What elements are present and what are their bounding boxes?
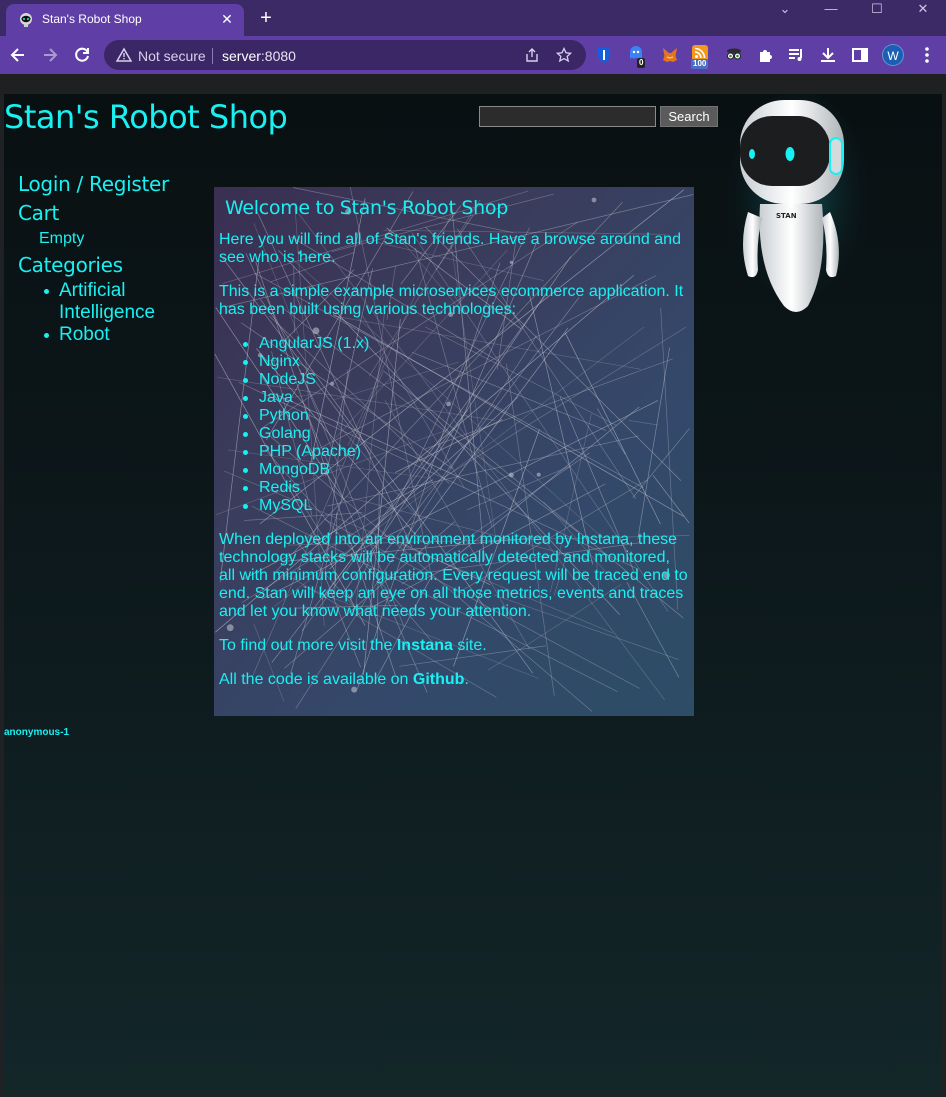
github-paragraph: All the code is available on Github. — [219, 671, 689, 689]
cart-status: Empty — [39, 230, 85, 247]
spy-extension-icon[interactable] — [724, 45, 744, 65]
bookmark-star-icon[interactable] — [556, 47, 572, 63]
share-icon[interactable] — [524, 47, 540, 63]
welcome-heading: Welcome to Stan's Robot Shop — [225, 197, 508, 219]
site-title[interactable]: Stan's Robot Shop — [4, 98, 288, 136]
category-artificial-intelligence[interactable]: Artificial Intelligence — [44, 280, 208, 324]
tab-search-icon[interactable]: ⌄ — [762, 0, 808, 30]
page-viewport: Stan's Robot Shop Search STAN Login / Re… — [4, 94, 942, 1094]
bitwarden-shield-icon[interactable] — [594, 45, 614, 65]
login-register-link[interactable]: Login / Register — [18, 170, 208, 199]
url-text[interactable]: server:8080 — [222, 48, 296, 64]
new-tab-button[interactable]: + — [256, 8, 276, 28]
close-window-icon[interactable]: ✕ — [900, 0, 946, 30]
category-list: Artificial Intelligence Robot — [44, 280, 208, 346]
cart-link[interactable]: Cart — [18, 199, 208, 228]
tech-item: Java — [241, 389, 689, 407]
url-host: server — [222, 48, 261, 64]
tech-item: NodeJS — [241, 371, 689, 389]
welcome-content: Welcome to Stan's Robot Shop Here you wi… — [219, 197, 689, 705]
github-prefix: All the code is available on — [219, 671, 413, 688]
category-robot[interactable]: Robot — [44, 324, 208, 346]
tab-title: Stan's Robot Shop — [42, 12, 142, 26]
tech-item: Nginx — [241, 353, 689, 371]
side-panel-icon[interactable] — [850, 45, 870, 65]
categories-heading: Categories — [18, 253, 123, 277]
tech-item: PHP (Apache) — [241, 443, 689, 461]
stan-robot-mascot: STAN — [726, 94, 870, 316]
address-bar[interactable]: Not secure server:8080 — [104, 40, 586, 70]
tech-item: Golang — [241, 425, 689, 443]
media-queue-icon[interactable] — [786, 45, 806, 65]
robot-favicon-icon — [20, 13, 32, 27]
github-suffix: . — [464, 671, 469, 688]
minimize-icon[interactable]: — — [808, 0, 854, 30]
browser-titlebar: Stan's Robot Shop ✕ + ⌄ — ☐ ✕ — [0, 0, 946, 36]
reload-icon[interactable] — [72, 45, 92, 65]
browser-toolbar: Not secure server:8080 0 100 W — [0, 36, 946, 74]
extensions-puzzle-icon[interactable] — [756, 45, 776, 65]
warning-icon[interactable] — [116, 47, 132, 63]
tab-close-icon[interactable]: ✕ — [218, 10, 236, 28]
address-separator — [212, 48, 213, 64]
instana-suffix: site. — [452, 637, 487, 654]
metamask-fox-icon[interactable] — [660, 45, 680, 65]
robot-chest-logo: STAN — [776, 212, 797, 220]
about-paragraph: This is a simple example microservices e… — [219, 283, 684, 318]
profile-avatar[interactable]: W — [882, 44, 904, 66]
download-icon[interactable] — [818, 45, 838, 65]
intro-paragraph: Here you will find all of Stan's friends… — [219, 231, 681, 266]
url-port: :8080 — [260, 48, 296, 64]
notification-extension[interactable]: 0 — [626, 44, 648, 70]
instana-prefix: To find out more visit the — [219, 637, 397, 654]
forward-icon[interactable] — [40, 45, 60, 65]
github-link[interactable]: Github — [413, 671, 465, 688]
welcome-panel: Welcome to Stan's Robot Shop Here you wi… — [214, 187, 694, 716]
tech-item: MongoDB — [241, 461, 689, 479]
sidebar: Login / Register Cart Empty Categories A… — [18, 170, 208, 346]
technology-list: AngularJS (1.x) Nginx NodeJS Java Python… — [241, 335, 689, 515]
tech-item: Python — [241, 407, 689, 425]
instana-link[interactable]: Instana — [397, 637, 453, 654]
browser-menu-icon[interactable] — [920, 46, 934, 64]
search-button[interactable]: Search — [660, 106, 718, 127]
tech-item: MySQL — [241, 497, 689, 515]
tech-item: AngularJS (1.x) — [241, 335, 689, 353]
tech-item: Redis — [241, 479, 689, 497]
search-input[interactable] — [479, 106, 656, 127]
monitoring-paragraph: When deployed into an environment monito… — [219, 531, 688, 620]
back-icon[interactable] — [8, 45, 28, 65]
browser-tab[interactable]: Stan's Robot Shop ✕ — [6, 4, 244, 36]
current-user-label: anonymous-1 — [4, 727, 70, 738]
rss-badge: 100 — [691, 59, 709, 69]
rss-extension[interactable]: 100 — [690, 44, 712, 70]
browser-content-gap — [0, 74, 946, 94]
notification-badge: 0 — [637, 58, 646, 68]
maximize-icon[interactable]: ☐ — [854, 0, 900, 30]
not-secure-label[interactable]: Not secure — [138, 48, 206, 64]
instana-paragraph: To find out more visit the Instana site. — [219, 637, 689, 655]
